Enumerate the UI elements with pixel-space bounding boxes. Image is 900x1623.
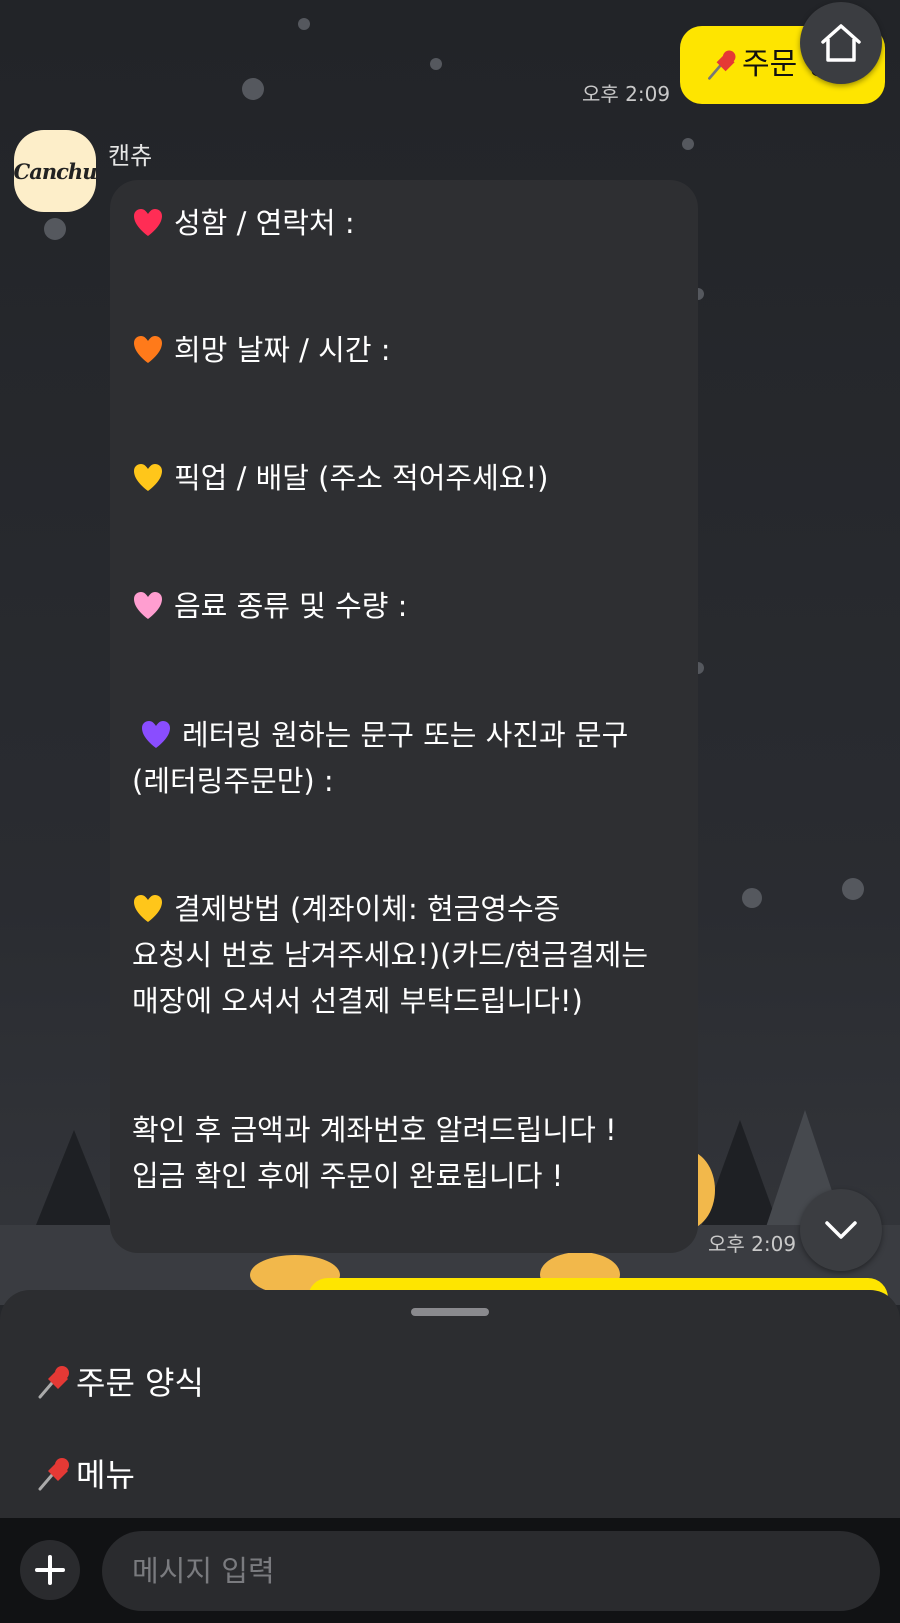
message-line: 레터링 원하는 문구 또는 사진과 문구 [140, 712, 628, 754]
red-heart-icon [134, 209, 162, 236]
quick-reply-sheet: 주문 양식 메뉴 [0, 1290, 900, 1518]
message-line: 입금 확인 후에 주문이 완료됩니다 ! [132, 1159, 564, 1193]
sent-timestamp: 오후 2:09 [582, 82, 671, 106]
snowflake [298, 18, 310, 30]
message-input-bar [0, 1518, 900, 1623]
avatar[interactable]: Canchu [14, 130, 96, 212]
home-button[interactable] [800, 2, 882, 84]
snowflake [44, 218, 66, 240]
avatar-logo-text: Canchu [14, 158, 96, 184]
snowflake [430, 58, 442, 70]
chevron-down-icon [825, 1221, 857, 1239]
message-line: 확인 후 금액과 계좌번호 알려드립니다 ! [132, 1113, 617, 1147]
message-line: 음료 종류 및 수량 : [132, 583, 407, 625]
plus-icon [35, 1555, 65, 1585]
quick-reply-order-form[interactable]: 주문 양식 [34, 1358, 204, 1404]
message-line: 요청시 번호 남겨주세요!)(카드/현금결제는 [132, 938, 649, 972]
yellow-heart-icon [134, 464, 162, 491]
snowflake [842, 878, 864, 900]
tree-silhouette [34, 1130, 114, 1230]
received-message-bubble[interactable]: 성함 / 연락처 : 희망 날짜 / 시간 : 픽업 / 배달 (주소 적어주세… [110, 180, 698, 1253]
attach-button[interactable] [20, 1540, 80, 1600]
sender-name: 캔츄 [108, 142, 153, 170]
message-line: 성함 / 연락처 : [132, 200, 355, 242]
pushpin-icon [708, 50, 736, 80]
message-line: 결제방법 (계좌이체: 현금영수증 [132, 886, 560, 928]
scroll-down-button[interactable] [800, 1189, 882, 1271]
snowflake [742, 888, 762, 908]
pink-heart-icon [134, 592, 162, 619]
snowflake [682, 138, 694, 150]
message-line: 희망 날짜 / 시간 : [132, 327, 391, 369]
yellow-heart-icon [134, 895, 162, 922]
message-line: (레터링주문만) : [132, 764, 334, 798]
quick-reply-menu[interactable]: 메뉴 [34, 1450, 135, 1496]
orange-heart-icon [134, 336, 162, 363]
sheet-drag-handle[interactable] [411, 1308, 489, 1316]
message-input[interactable] [102, 1531, 880, 1611]
snowflake [242, 78, 264, 100]
purple-heart-icon [142, 721, 170, 748]
pushpin-icon [38, 1458, 69, 1491]
message-line: 픽업 / 배달 (주소 적어주세요!) [132, 455, 548, 497]
pushpin-icon [38, 1366, 69, 1399]
message-line: 매장에 오셔서 선결제 부탁드립니다!) [132, 984, 583, 1018]
received-timestamp: 오후 2:09 [708, 1232, 797, 1256]
home-icon [821, 24, 861, 62]
